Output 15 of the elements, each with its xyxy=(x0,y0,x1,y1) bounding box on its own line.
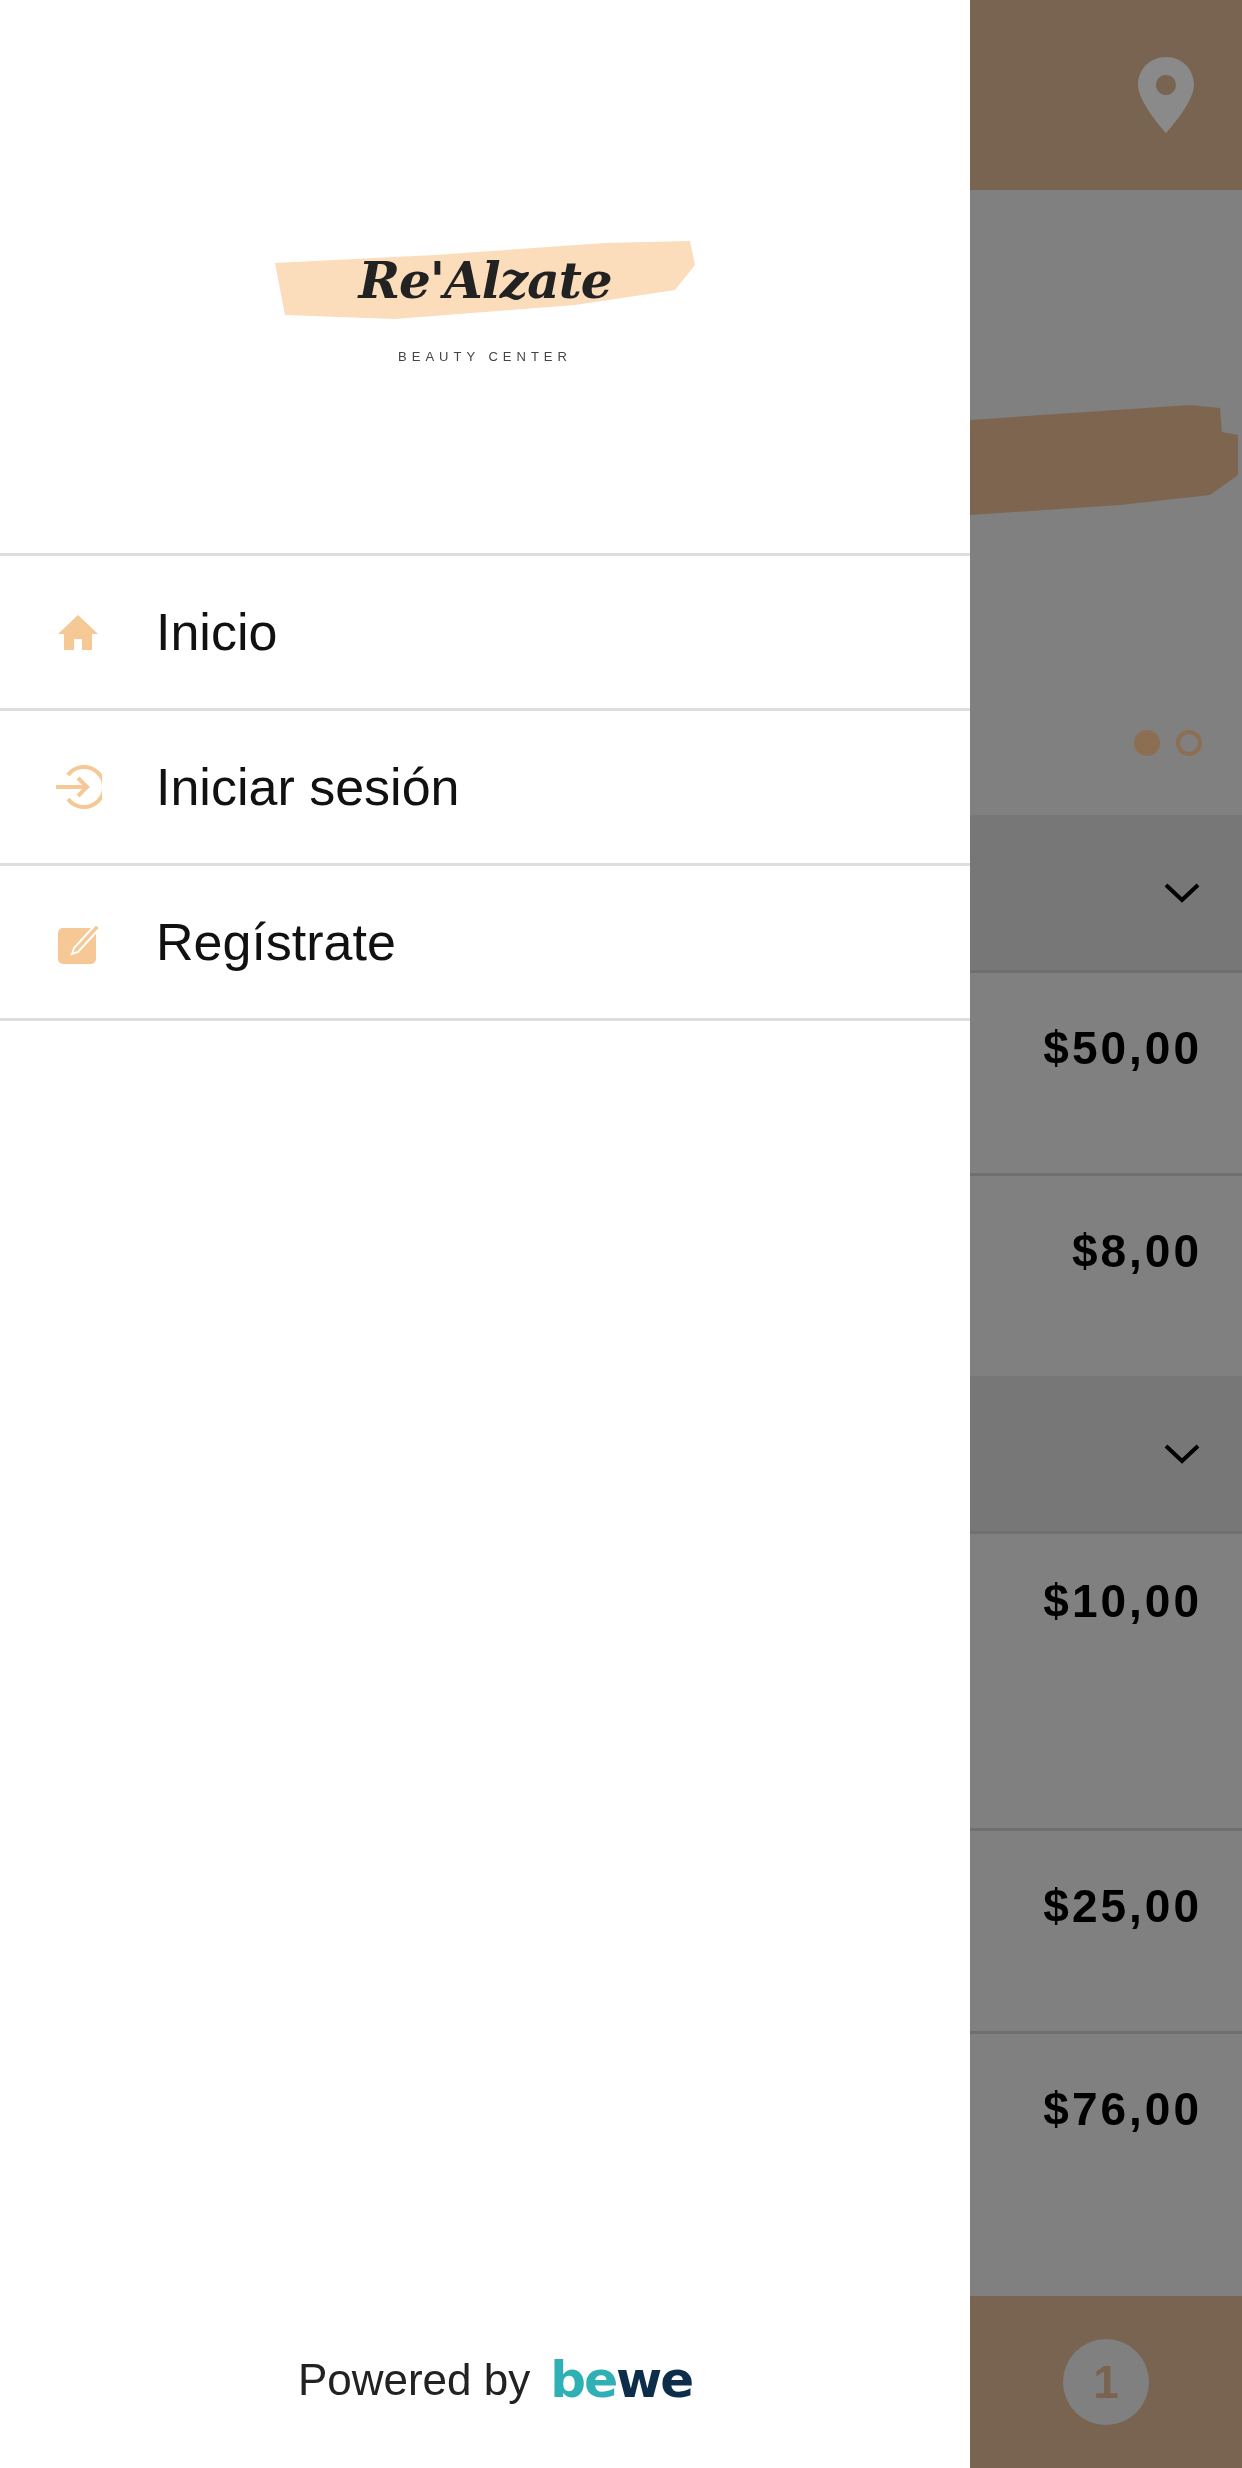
section-header[interactable] xyxy=(970,815,1242,970)
logo-text: Re'Alzate xyxy=(358,250,612,310)
menu-item[interactable]: Regístrate xyxy=(0,866,970,1021)
price-text: $76,00 xyxy=(1043,2082,1202,2136)
price-text: $8,00 xyxy=(1071,1224,1202,1278)
logo-tagline: BEAUTY CENTER xyxy=(398,349,572,364)
price-text: $50,00 xyxy=(1043,1021,1202,1075)
carousel-dot[interactable] xyxy=(1134,730,1160,756)
section-header[interactable] xyxy=(970,1376,1242,1531)
login-icon xyxy=(54,763,102,811)
location-pin-icon[interactable] xyxy=(1138,57,1194,133)
price-text: $25,00 xyxy=(1043,1879,1202,1933)
powered-by-text: Powered by xyxy=(297,2355,531,2405)
carousel-dot[interactable] xyxy=(1176,730,1202,756)
price-text: $10,00 xyxy=(1043,1574,1202,1628)
